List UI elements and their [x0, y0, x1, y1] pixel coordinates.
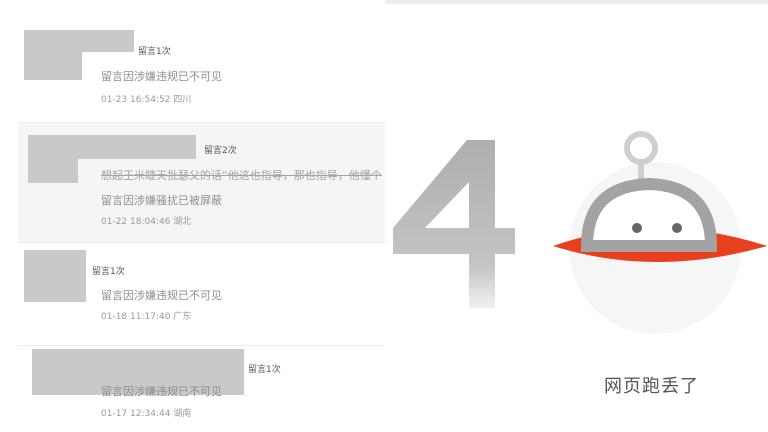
redacted-avatar: [28, 135, 78, 183]
redacted-avatar: [24, 250, 86, 302]
comment-status: 留言因涉嫌违规已不可见: [101, 70, 222, 83]
comment-meta: 01-22 18:04:46 湖北: [101, 217, 192, 227]
comment-item: 留言1次 留言因涉嫌违规已不可见 01-18 11:17:40 广东: [18, 250, 385, 330]
comment-item: 留言2次 想起王米睫天批瑟父的话“他这也指导，那也指导，他懂个 留言因涉嫌骚扰已…: [18, 122, 385, 243]
error-message: 网页跑丢了: [604, 376, 699, 397]
comment-count: 留言2次: [204, 146, 237, 156]
comment-count: 留言1次: [92, 267, 125, 277]
comment-item: 留言1次 留言因涉嫌违规已不可见 01-23 16:54:52 四川: [18, 28, 385, 108]
robot-saucer-illustration: [553, 131, 767, 334]
comment-status: 留言因涉嫌骚扰已被屏蔽: [101, 194, 222, 207]
redacted-name: [78, 135, 196, 159]
comment-meta: 01-17 12:34:44 湖南: [101, 409, 192, 419]
top-bar: [385, 0, 768, 4]
comment-status: 留言因涉嫌违规已不可见: [101, 385, 222, 398]
error-page: 网页跑丢了: [385, 0, 768, 432]
comment-list: 留言1次 留言因涉嫌违规已不可见 01-23 16:54:52 四川 留言2次 …: [0, 0, 385, 432]
redacted-name: [82, 30, 134, 52]
comment-item: 留言1次 留言因涉嫌违规已不可见 01-17 12:34:44 湖南: [18, 345, 385, 425]
comment-meta: 01-18 11:17:40 广东: [101, 312, 192, 322]
comment-count: 留言1次: [138, 47, 171, 57]
comment-meta: 01-23 16:54:52 四川: [101, 95, 192, 105]
digit-four: [393, 140, 515, 308]
comment-struck-text: 想起王米睫天批瑟父的话“他这也指导，那也指导，他懂个: [101, 169, 382, 182]
redacted-avatar: [24, 30, 82, 80]
comment-count: 留言1次: [248, 365, 281, 375]
comment-status: 留言因涉嫌违规已不可见: [101, 289, 222, 302]
